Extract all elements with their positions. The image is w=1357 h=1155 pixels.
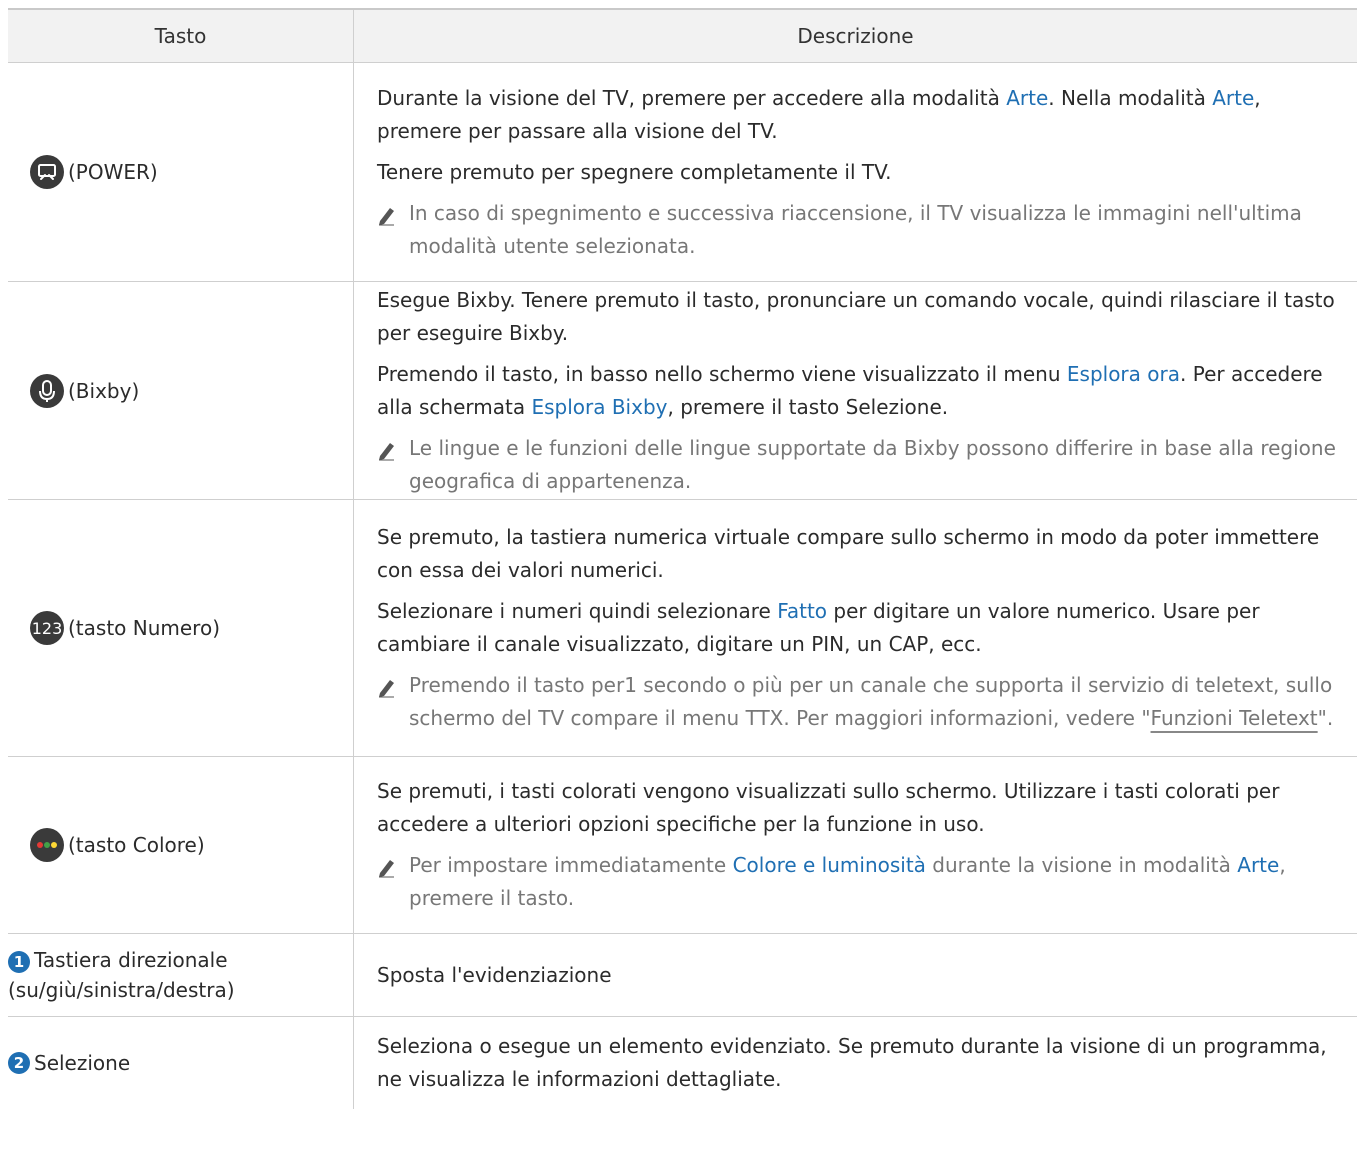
note: Premendo il tasto per1 secondo o più per… bbox=[377, 669, 1343, 735]
table-row: (Bixby) Esegue Bixby. Tenere premuto il … bbox=[8, 282, 1357, 500]
link-fatto[interactable]: Fatto bbox=[777, 599, 827, 623]
number-123-icon: 123 bbox=[30, 611, 64, 645]
description-text: Selezionare i numeri quindi selezionare … bbox=[377, 599, 1260, 656]
description-text: Esegue Bixby. Tenere premuto il tasto, p… bbox=[377, 287, 1335, 345]
key-label: (POWER) bbox=[68, 160, 158, 184]
color-dots-icon bbox=[30, 828, 64, 862]
art-mode-icon bbox=[30, 155, 64, 189]
header-key: Tasto bbox=[8, 10, 354, 62]
note: Le lingue e le funzioni delle lingue sup… bbox=[377, 432, 1343, 498]
key-label: (tasto Colore) bbox=[68, 833, 205, 857]
remote-keys-table: Tasto Descrizione (POWER) Durante la vis… bbox=[8, 8, 1357, 1109]
header-description: Descrizione bbox=[797, 24, 914, 48]
link-colore-luminosita[interactable]: Colore e luminosità bbox=[733, 853, 926, 877]
pencil-note-icon bbox=[377, 669, 409, 735]
key-label: Tastiera direzionale (su/giù/sinistra/de… bbox=[8, 948, 235, 1002]
pencil-note-icon bbox=[377, 432, 409, 498]
table-row: (POWER) Durante la visione del TV, preme… bbox=[8, 63, 1357, 282]
description-text: Se premuto, la tastiera numerica virtual… bbox=[377, 525, 1320, 582]
note: Per impostare immediatamente Colore e lu… bbox=[377, 849, 1343, 915]
table-row: 2 Selezione Seleziona o esegue un element… bbox=[8, 1017, 1357, 1109]
description-text: Premendo il tasto, in basso nello scherm… bbox=[377, 361, 1323, 419]
pencil-note-icon bbox=[377, 849, 409, 915]
key-label: (Bixby) bbox=[68, 378, 140, 403]
note: In caso di spegnimento e successiva riac… bbox=[377, 197, 1343, 263]
description-text: Seleziona o esegue un elemento evidenzia… bbox=[377, 1034, 1327, 1091]
link-arte[interactable]: Arte bbox=[1212, 86, 1254, 110]
table-row: (tasto Colore) Se premuti, i tasti color… bbox=[8, 757, 1357, 934]
description-text: Sposta l'evidenziazione bbox=[377, 962, 612, 987]
link-esplora-bixby[interactable]: Esplora Bixby bbox=[531, 395, 667, 419]
description-text: Tenere premuto per spegnere completament… bbox=[377, 159, 892, 184]
number-two-icon: 2 bbox=[8, 1052, 30, 1074]
description-text: Se premuti, i tasti colorati vengono vis… bbox=[377, 779, 1280, 836]
link-funzioni-teletext[interactable]: Funzioni Teletext bbox=[1151, 706, 1318, 730]
description-text: Durante la visione del TV, premere per a… bbox=[377, 85, 1261, 143]
pencil-note-icon bbox=[377, 197, 409, 263]
microphone-icon bbox=[30, 373, 64, 408]
number-one-icon: 1 bbox=[8, 951, 30, 973]
key-label: Selezione bbox=[34, 1051, 131, 1075]
key-label: (tasto Numero) bbox=[68, 616, 221, 640]
table-header: Tasto Descrizione bbox=[8, 10, 1357, 63]
link-esplora-ora[interactable]: Esplora ora bbox=[1067, 362, 1180, 386]
link-arte[interactable]: Arte bbox=[1237, 853, 1279, 877]
link-arte[interactable]: Arte bbox=[1006, 86, 1048, 110]
table-row: 123 (tasto Numero) Se premuto, la tastie… bbox=[8, 500, 1357, 757]
table-row: 1 Tastiera direzionale (su/giù/sinistra/d… bbox=[8, 934, 1357, 1017]
